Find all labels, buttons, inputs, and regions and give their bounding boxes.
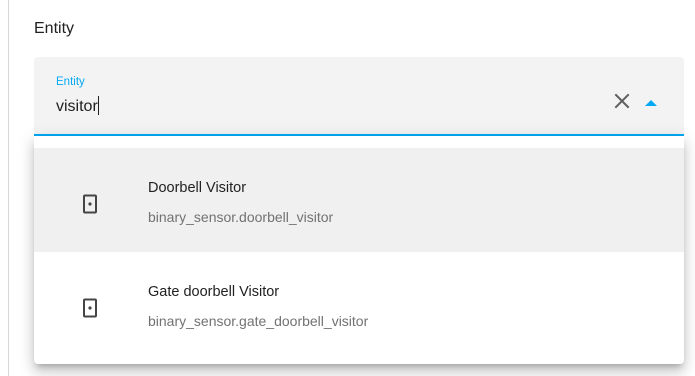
door-sensor-icon — [83, 298, 97, 318]
entity-search-value: visitor — [56, 98, 98, 115]
door-sensor-icon — [83, 194, 97, 214]
entity-search-input[interactable]: visitor — [56, 96, 99, 116]
entity-option-name: Doorbell Visitor — [148, 180, 247, 196]
entity-option-id: binary_sensor.doorbell_visitor — [148, 209, 334, 225]
entity-options-list: Doorbell Visitor binary_sensor.doorbell_… — [34, 136, 684, 364]
section-title: Entity — [34, 20, 75, 37]
entity-option[interactable]: Gate doorbell Visitor binary_sensor.gate… — [34, 252, 684, 356]
dropdown-toggle-button[interactable] — [644, 95, 658, 106]
entity-combobox[interactable]: Entity visitor — [34, 57, 684, 136]
close-icon — [614, 93, 630, 109]
text-caret — [97, 96, 99, 115]
menu-up-icon — [645, 100, 657, 106]
entity-field-label: Entity — [56, 76, 85, 88]
entity-option[interactable]: Doorbell Visitor binary_sensor.doorbell_… — [34, 148, 684, 252]
entity-option-id: binary_sensor.gate_doorbell_visitor — [148, 313, 369, 329]
panel-divider — [8, 0, 9, 376]
entity-option-name: Gate doorbell Visitor — [148, 284, 280, 300]
entity-picker-panel: Entity Entity visitor Doorbell Visitor b… — [0, 0, 695, 376]
clear-button[interactable] — [612, 91, 632, 111]
